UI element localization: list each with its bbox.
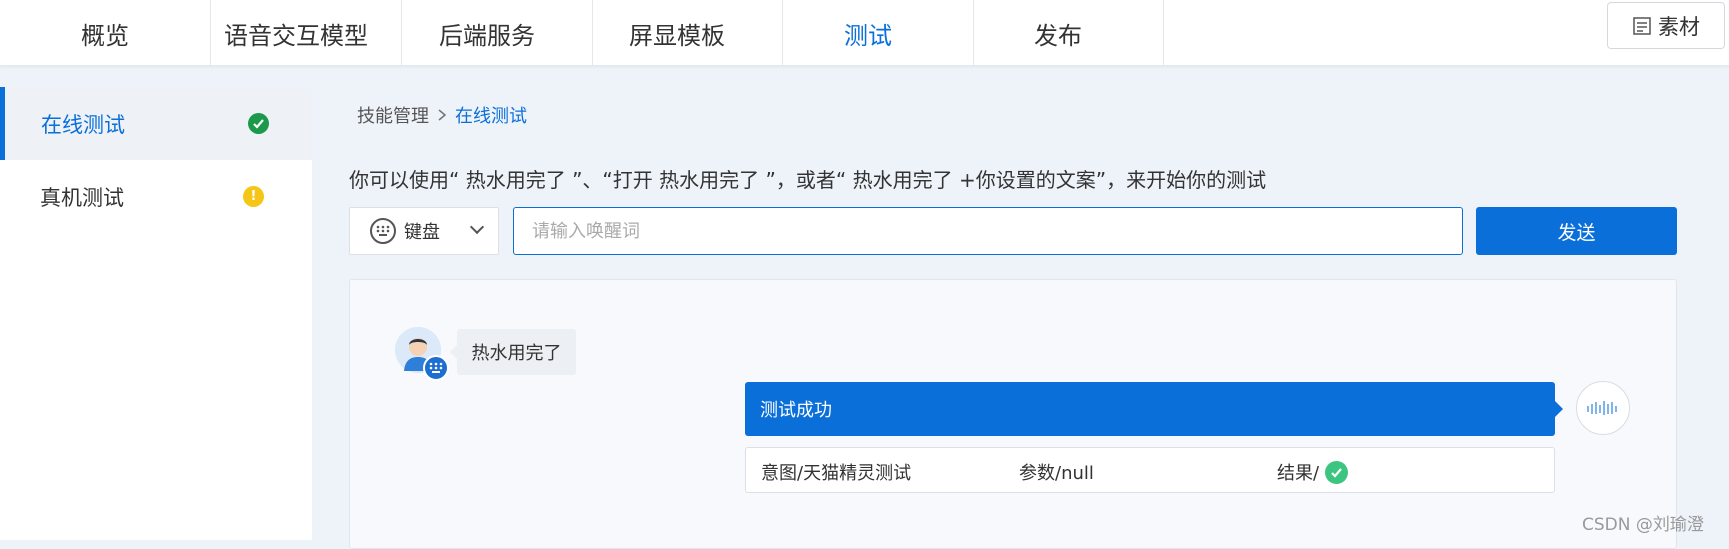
intent-cell: 意图/天猫精灵测试 bbox=[761, 463, 912, 484]
keyboard-badge-icon bbox=[423, 355, 449, 381]
tab-backend-service[interactable]: 后端服务 bbox=[382, 0, 593, 66]
result-header: 测试成功 bbox=[745, 382, 1563, 436]
result-cell-label: 结果/ bbox=[1277, 463, 1320, 484]
tab-overview[interactable]: 概览 bbox=[0, 0, 211, 66]
tab-screen-template[interactable]: 屏显模板 bbox=[572, 0, 783, 66]
document-icon bbox=[1633, 16, 1651, 35]
warning-icon: ! bbox=[243, 186, 264, 207]
top-navigation: 概览 语音交互模型 后端服务 屏显模板 测试 发布 素材 bbox=[0, 0, 1729, 66]
user-avatar bbox=[395, 327, 449, 381]
input-mode-label: 键盘 bbox=[404, 222, 440, 243]
result-detail-row: 意图/天猫精灵测试 参数/null 结果/ bbox=[745, 447, 1555, 493]
success-check-icon bbox=[1325, 460, 1349, 484]
tab-publish[interactable]: 发布 bbox=[953, 0, 1164, 66]
breadcrumb-current: 在线测试 bbox=[455, 106, 527, 127]
tab-voice-model[interactable]: 语音交互模型 bbox=[191, 0, 402, 66]
breadcrumb: 技能管理 在线测试 bbox=[357, 102, 527, 128]
watermark: CSDN @刘瑜澄 bbox=[1582, 515, 1704, 535]
sidebar-item-device-test[interactable]: 真机测试 ! bbox=[0, 160, 312, 233]
usage-hint: 你可以使用“ 热水用完了 ”、“打开 热水用完了 ”，或者“ 热水用完了 +你设… bbox=[349, 168, 1267, 192]
success-check-icon bbox=[248, 113, 269, 134]
chat-panel: 热水用完了 测试成功 意图/天猫精灵测试 参数/null 结果/ bbox=[349, 279, 1677, 549]
assets-button[interactable]: 素材 bbox=[1607, 2, 1725, 49]
sidebar-item-online-test[interactable]: 在线测试 bbox=[0, 87, 312, 160]
result-cell: 结果/ bbox=[1277, 459, 1349, 485]
chevron-right-icon bbox=[438, 109, 447, 121]
sidebar-item-label: 真机测试 bbox=[40, 185, 124, 210]
user-message-bubble: 热水用完了 bbox=[450, 329, 576, 375]
input-mode-select[interactable]: 键盘 bbox=[349, 207, 499, 255]
tab-test[interactable]: 测试 bbox=[763, 0, 974, 66]
sidebar-item-label: 在线测试 bbox=[41, 112, 125, 137]
send-button[interactable]: 发送 bbox=[1476, 207, 1677, 255]
main-content: 技能管理 在线测试 你可以使用“ 热水用完了 ”、“打开 热水用完了 ”，或者“… bbox=[312, 66, 1729, 549]
breadcrumb-parent[interactable]: 技能管理 bbox=[357, 102, 429, 128]
params-cell: 参数/null bbox=[1019, 463, 1094, 484]
keyboard-icon bbox=[370, 218, 396, 244]
sidebar: 在线测试 真机测试 ! bbox=[0, 87, 312, 540]
bot-avatar bbox=[1576, 381, 1630, 435]
chevron-down-icon bbox=[469, 219, 485, 235]
sound-wave-icon bbox=[1587, 401, 1617, 415]
wake-word-input[interactable] bbox=[513, 207, 1463, 255]
assets-label: 素材 bbox=[1658, 14, 1700, 39]
